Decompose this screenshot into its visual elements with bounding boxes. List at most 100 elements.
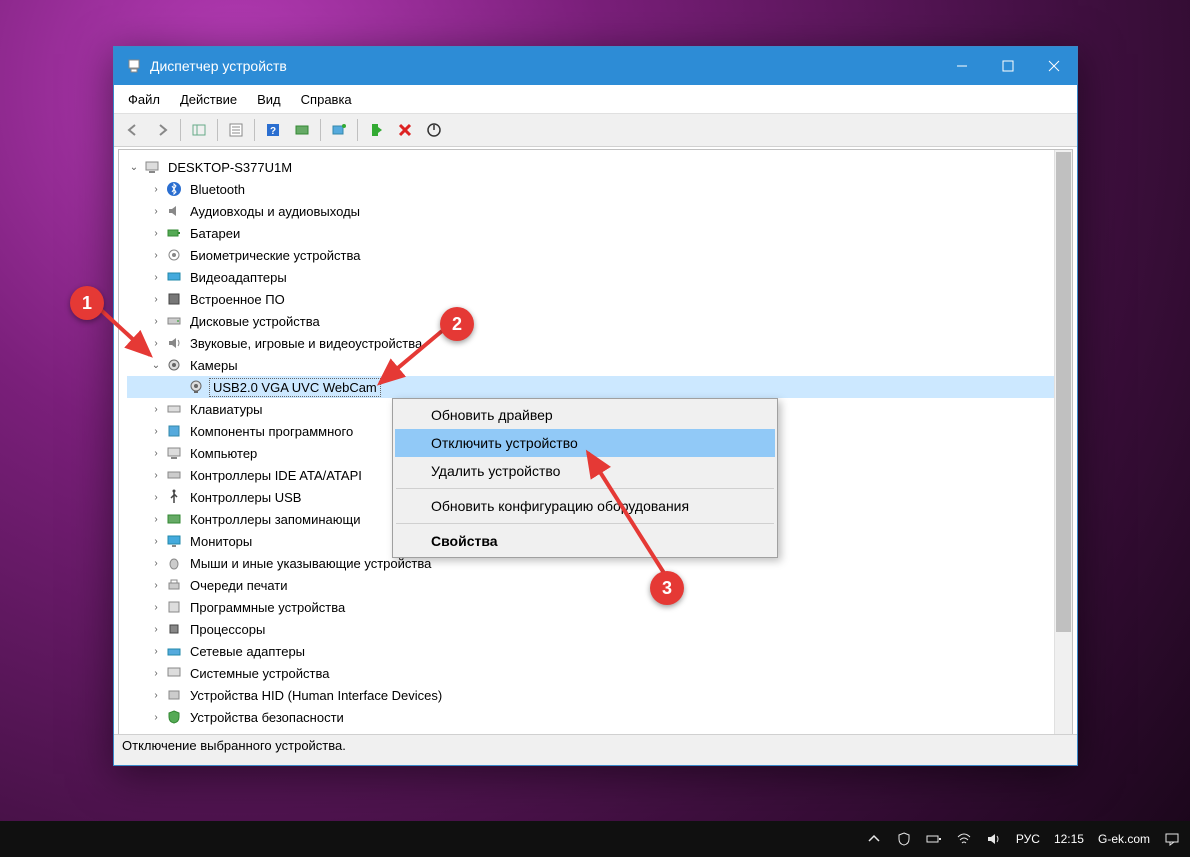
biometric-icon (165, 246, 183, 264)
tree-item-webcam[interactable]: USB2.0 VGA UVC WebCam (127, 376, 1072, 398)
show-hide-tree-button[interactable] (186, 117, 212, 143)
tray-wifi-icon[interactable] (956, 831, 972, 847)
bluetooth-icon (165, 180, 183, 198)
tree-item[interactable]: ›Аудиовходы и аудиовыходы (127, 200, 1072, 222)
help-button[interactable]: ? (260, 117, 286, 143)
forward-button[interactable] (149, 117, 175, 143)
toolbar: ? (114, 114, 1077, 147)
tree-item[interactable]: ›Звуковые, игровые и видеоустройства (127, 332, 1072, 354)
annotation-badge-2: 2 (440, 307, 474, 341)
menu-view[interactable]: Вид (247, 88, 291, 111)
display-adapter-icon (165, 268, 183, 286)
tree-item-label: Bluetooth (187, 181, 248, 198)
expand-icon[interactable]: › (149, 228, 163, 239)
uninstall-button[interactable] (392, 117, 418, 143)
tray-chevron-up-icon[interactable] (866, 831, 882, 847)
tree-item-label: USB2.0 VGA UVC WebCam (209, 378, 381, 397)
menu-file[interactable]: Файл (118, 88, 170, 111)
titlebar[interactable]: Диспетчер устройств (114, 47, 1077, 85)
sound-icon (165, 334, 183, 352)
toolbar-separator (320, 119, 321, 141)
tree-item[interactable]: › Системные устройства (127, 662, 1072, 684)
tree-item[interactable]: › Биометрические устройства (127, 244, 1072, 266)
tree-item-label: Клавиатуры (187, 401, 266, 418)
webcam-icon (187, 378, 205, 396)
properties-button[interactable] (223, 117, 249, 143)
ctx-update-driver[interactable]: Обновить драйвер (395, 401, 775, 429)
computer-icon (143, 158, 161, 176)
expand-icon[interactable]: › (149, 272, 163, 283)
tray-security-icon[interactable] (896, 831, 912, 847)
tray-clock[interactable]: 12:15 (1054, 832, 1084, 846)
mouse-icon (165, 554, 183, 572)
tree-item-label: Биометрические устройства (187, 247, 363, 264)
tree-item[interactable]: ›Батареи (127, 222, 1072, 244)
tray-battery-icon[interactable] (926, 831, 942, 847)
expand-icon[interactable]: › (149, 470, 163, 481)
toolbar-separator (254, 119, 255, 141)
toolbar-separator (217, 119, 218, 141)
tray-action-center-icon[interactable] (1164, 831, 1180, 847)
scan-hardware-button[interactable] (289, 117, 315, 143)
tree-root[interactable]: ⌄ DESKTOP-S377U1M (127, 156, 1072, 178)
tree-item-label: Системные устройства (187, 665, 332, 682)
tree-item-label: Устройства HID (Human Interface Devices) (187, 687, 445, 704)
tree-item[interactable]: ›Программные устройства (127, 596, 1072, 618)
annotation-arrow-2 (370, 325, 450, 395)
update-driver-button[interactable] (326, 117, 352, 143)
expand-icon[interactable]: › (149, 668, 163, 679)
camera-icon (165, 356, 183, 374)
monitor-icon (165, 532, 183, 550)
tree-item[interactable]: › Bluetooth (127, 178, 1072, 200)
status-text: Отключение выбранного устройства. (122, 738, 346, 753)
menu-help[interactable]: Справка (291, 88, 362, 111)
expand-icon[interactable]: › (149, 536, 163, 547)
expand-icon[interactable]: › (149, 624, 163, 635)
tree-item-cameras[interactable]: ⌄Камеры (127, 354, 1072, 376)
enable-button[interactable] (363, 117, 389, 143)
tree-item[interactable]: ›Процессоры (127, 618, 1072, 640)
tree-item-label: Встроенное ПО (187, 291, 288, 308)
expand-icon[interactable]: › (149, 404, 163, 415)
vertical-scrollbar[interactable] (1054, 150, 1072, 734)
tree-item[interactable]: ›Сетевые адаптеры (127, 640, 1072, 662)
collapse-icon[interactable]: ⌄ (127, 162, 141, 173)
tree-item-label: Компоненты программного (187, 423, 356, 440)
close-button[interactable] (1031, 47, 1077, 85)
tree-item[interactable]: ›Встроенное ПО (127, 288, 1072, 310)
tree-item[interactable]: ›Дисковые устройства (127, 310, 1072, 332)
scrollbar-thumb[interactable] (1056, 152, 1071, 632)
tree-item[interactable]: ›Устройства безопасности (127, 706, 1072, 728)
expand-icon[interactable]: › (149, 646, 163, 657)
tray-watermark: G-ek.com (1098, 832, 1150, 846)
expand-icon[interactable]: › (149, 712, 163, 723)
tree-item-label: Контроллеры IDE ATA/ATAPI (187, 467, 365, 484)
expand-icon[interactable]: › (149, 426, 163, 437)
annotation-label: 2 (452, 314, 462, 335)
annotation-badge-1: 1 (70, 286, 104, 320)
tree-item[interactable]: ›Видеоадаптеры (127, 266, 1072, 288)
expand-icon[interactable]: › (149, 602, 163, 613)
maximize-button[interactable] (985, 47, 1031, 85)
expand-icon[interactable]: › (149, 690, 163, 701)
print-queue-icon (165, 576, 183, 594)
expand-icon[interactable]: › (149, 558, 163, 569)
back-button[interactable] (120, 117, 146, 143)
disable-button[interactable] (421, 117, 447, 143)
expand-icon[interactable]: › (149, 580, 163, 591)
taskbar[interactable]: РУС 12:15 G-ek.com (0, 821, 1190, 857)
tree-root-label: DESKTOP-S377U1M (165, 159, 295, 176)
expand-icon[interactable]: › (149, 448, 163, 459)
tree-item[interactable]: › Устройства HID (Human Interface Devices… (127, 684, 1072, 706)
annotation-badge-3: 3 (650, 571, 684, 605)
expand-icon[interactable]: › (149, 206, 163, 217)
tray-language[interactable]: РУС (1016, 832, 1040, 846)
expand-icon[interactable]: › (149, 250, 163, 261)
menu-action[interactable]: Действие (170, 88, 247, 111)
expand-icon[interactable]: › (149, 184, 163, 195)
tray-volume-icon[interactable] (986, 831, 1002, 847)
expand-icon[interactable]: › (149, 514, 163, 525)
expand-icon[interactable]: › (149, 492, 163, 503)
minimize-button[interactable] (939, 47, 985, 85)
storage-controller-icon (165, 510, 183, 528)
